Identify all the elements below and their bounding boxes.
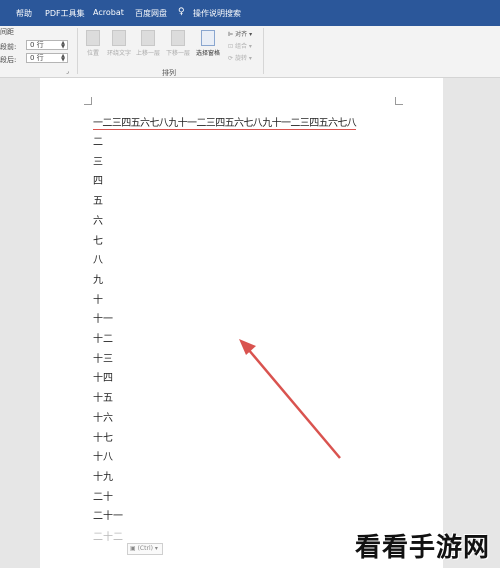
watermark: 看看手游网 [354,533,490,563]
red-arrow-annotation [239,339,341,459]
arrow-head-icon [239,339,256,355]
arrow-shaft [247,348,341,459]
